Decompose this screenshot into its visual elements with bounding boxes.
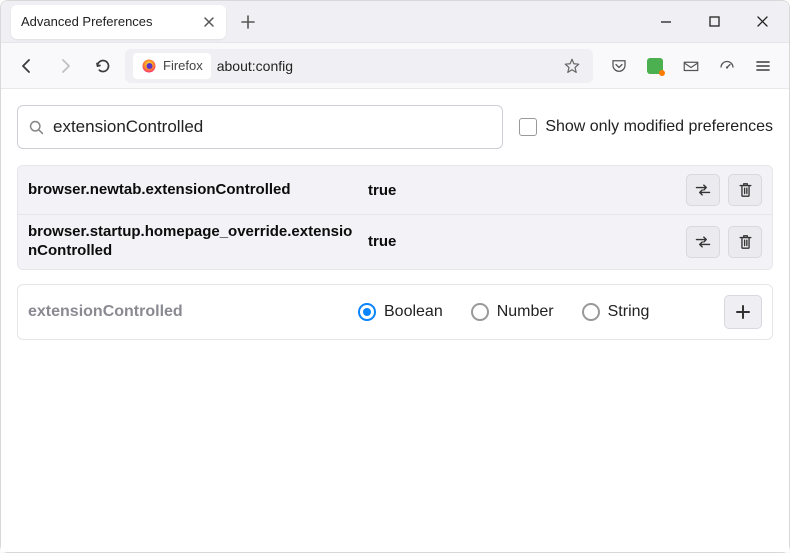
dashboard-icon[interactable] [711, 50, 743, 82]
new-preference-row: extensionControlled Boolean Number Strin… [17, 284, 773, 340]
toggle-button[interactable] [686, 174, 720, 206]
menu-button[interactable] [747, 50, 779, 82]
radio-icon [358, 303, 376, 321]
url-text: about:config [217, 58, 293, 74]
add-preference-button[interactable] [724, 295, 762, 329]
back-button[interactable] [11, 50, 43, 82]
type-radio-group: Boolean Number String [358, 303, 714, 321]
inbox-icon[interactable] [675, 50, 707, 82]
extension-badge-icon[interactable] [639, 50, 671, 82]
modified-only-toggle[interactable]: Show only modified preferences [519, 118, 773, 136]
search-input[interactable] [53, 117, 492, 137]
preference-name: browser.startup.homepage_override.extens… [28, 223, 358, 261]
bookmark-star-icon[interactable] [559, 53, 585, 79]
pocket-icon[interactable] [603, 50, 635, 82]
firefox-logo-icon [141, 58, 157, 74]
close-tab-icon[interactable] [202, 15, 216, 29]
radio-icon [582, 303, 600, 321]
search-box[interactable] [17, 105, 503, 149]
modified-only-label: Show only modified preferences [545, 118, 773, 136]
radio-icon [471, 303, 489, 321]
tab-title: Advanced Preferences [21, 14, 202, 29]
radio-label: Number [497, 303, 554, 321]
preference-row: browser.newtab.extensionControlled true [18, 166, 772, 215]
identity-box[interactable]: Firefox [133, 53, 211, 79]
navigation-toolbar: Firefox about:config [1, 43, 789, 89]
row-actions [686, 226, 762, 258]
row-actions [686, 174, 762, 206]
preference-value: true [368, 182, 676, 199]
maximize-button[interactable] [691, 2, 737, 42]
url-bar[interactable]: Firefox about:config [125, 49, 593, 83]
search-row: Show only modified preferences [17, 105, 773, 149]
window-controls [643, 2, 789, 42]
checkbox-icon [519, 118, 537, 136]
new-preference-name: extensionControlled [28, 303, 348, 321]
preference-name: browser.newtab.extensionControlled [28, 181, 358, 200]
radio-label: Boolean [384, 303, 443, 321]
preference-value: true [368, 233, 676, 250]
browser-window: Advanced Preferences [0, 0, 790, 553]
toolbar-right-icons [603, 50, 779, 82]
preference-row: browser.startup.homepage_override.extens… [18, 215, 772, 269]
toggle-button[interactable] [686, 226, 720, 258]
new-tab-button[interactable] [234, 8, 262, 36]
radio-number[interactable]: Number [471, 303, 554, 321]
forward-button[interactable] [49, 50, 81, 82]
titlebar: Advanced Preferences [1, 1, 789, 43]
close-window-button[interactable] [739, 2, 785, 42]
radio-boolean[interactable]: Boolean [358, 303, 443, 321]
identity-label: Firefox [163, 58, 203, 73]
reload-button[interactable] [87, 50, 119, 82]
preference-list: browser.newtab.extensionControlled true … [17, 165, 773, 270]
radio-label: String [608, 303, 650, 321]
active-tab[interactable]: Advanced Preferences [11, 5, 226, 39]
search-icon [28, 119, 45, 136]
minimize-button[interactable] [643, 2, 689, 42]
about-config-content: Show only modified preferences browser.n… [1, 89, 789, 552]
delete-button[interactable] [728, 174, 762, 206]
delete-button[interactable] [728, 226, 762, 258]
radio-string[interactable]: String [582, 303, 650, 321]
